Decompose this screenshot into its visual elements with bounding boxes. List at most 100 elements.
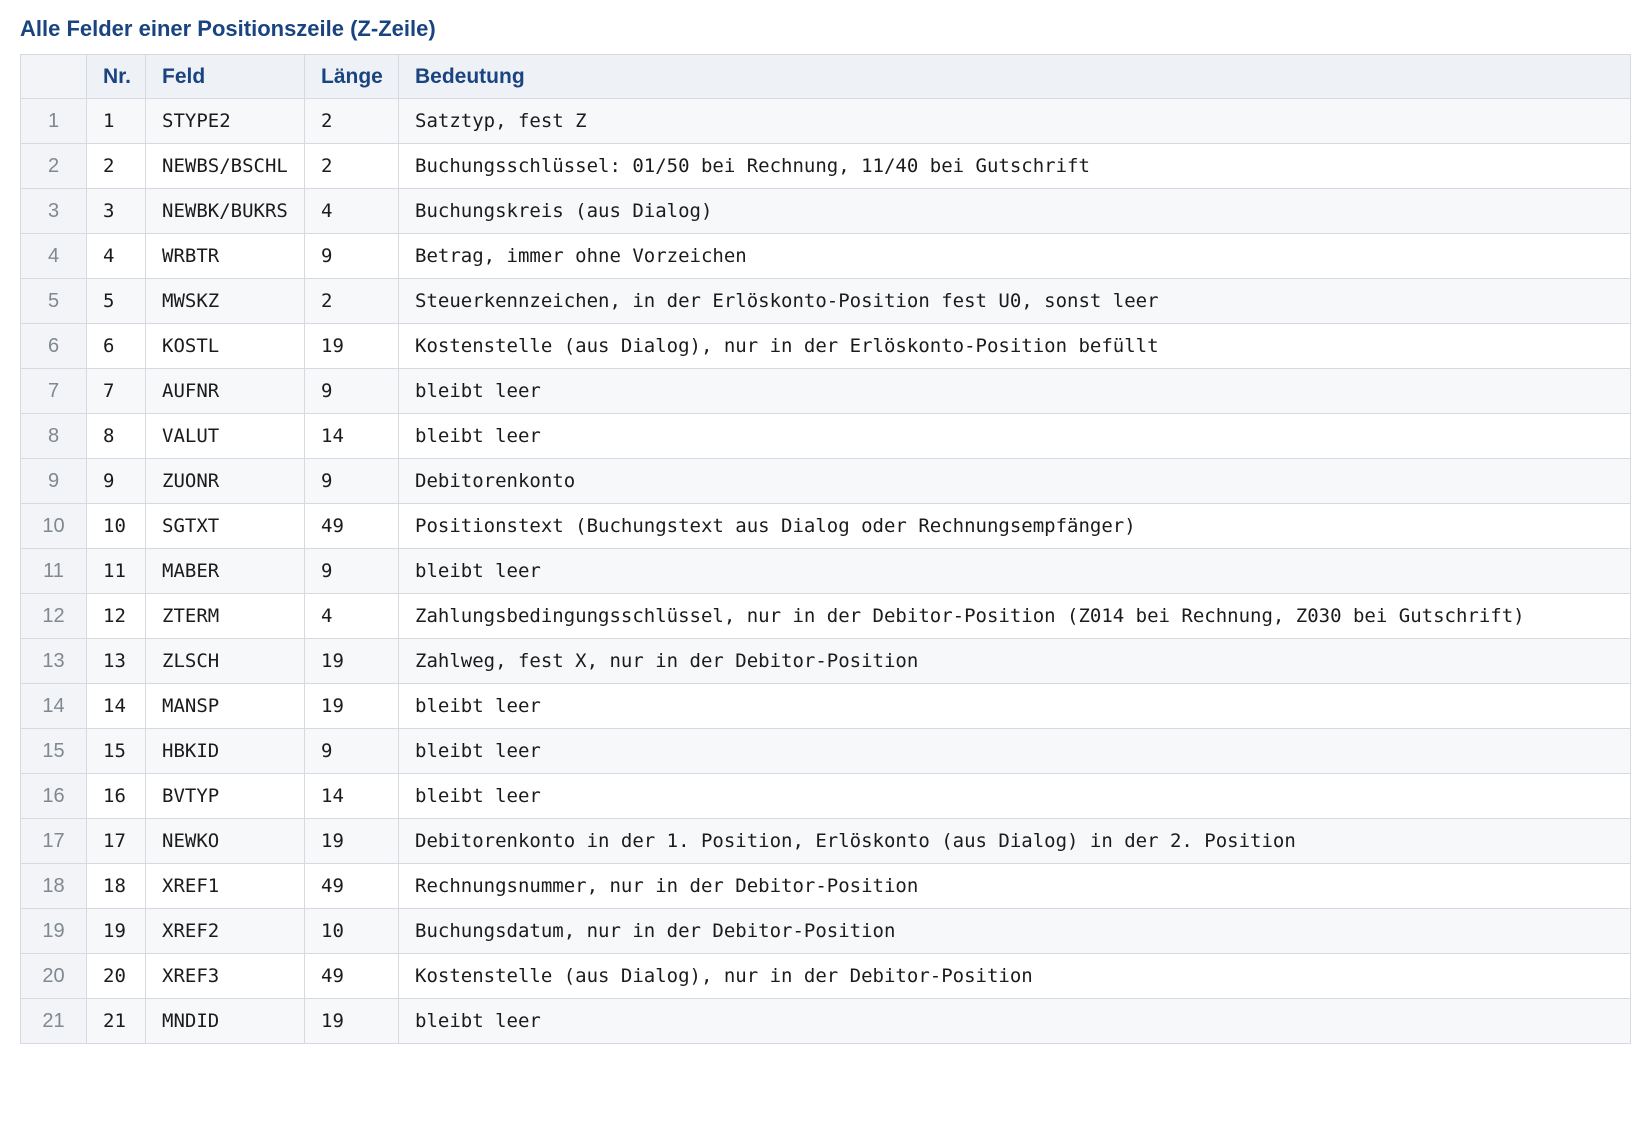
nr-cell: 12 bbox=[86, 593, 146, 639]
feld-cell: HBKID bbox=[145, 728, 305, 774]
laenge-cell: 14 bbox=[304, 773, 399, 819]
table-row: 20 20 XREF3 49 Kostenstelle (aus Dialog), nu… bbox=[20, 953, 1631, 999]
feld-cell: NEWKO bbox=[145, 818, 305, 864]
row-number-cell: 1 bbox=[20, 98, 87, 144]
nr-cell: 5 bbox=[86, 278, 146, 324]
fields-table: Nr. Feld Länge Bedeutung 1 1 STYPE2 2 Satzty… bbox=[20, 54, 1631, 1044]
laenge-cell: 2 bbox=[304, 143, 399, 189]
header-row: Nr. Feld Länge Bedeutung bbox=[20, 54, 1631, 99]
feld-cell: MWSKZ bbox=[145, 278, 305, 324]
table-row: 14 14 MANSP 19 bleibt leer bbox=[20, 683, 1631, 729]
table-title: Alle Felder einer Positionszeile (Z-Zeil… bbox=[20, 16, 436, 41]
feld-cell: MABER bbox=[145, 548, 305, 594]
table-row: 13 13 ZLSCH 19 Zahlweg, fest X, nur in der D… bbox=[20, 638, 1631, 684]
feld-cell: AUFNR bbox=[145, 368, 305, 414]
nr-cell: 18 bbox=[86, 863, 146, 909]
row-number-cell: 12 bbox=[20, 593, 87, 639]
nr-cell: 14 bbox=[86, 683, 146, 729]
bedeutung-cell: bleibt leer bbox=[398, 368, 1631, 414]
nr-cell: 6 bbox=[86, 323, 146, 369]
header-feld: Feld bbox=[145, 54, 305, 99]
nr-cell: 4 bbox=[86, 233, 146, 279]
bedeutung-cell: Debitorenkonto in der 1. Position, Erlös… bbox=[398, 818, 1631, 864]
row-number-cell: 3 bbox=[20, 188, 87, 234]
table-row: 21 21 MNDID 19 bleibt leer bbox=[20, 998, 1631, 1044]
laenge-cell: 2 bbox=[304, 278, 399, 324]
table-row: 1 1 STYPE2 2 Satztyp, fest Z bbox=[20, 98, 1631, 144]
laenge-cell: 10 bbox=[304, 908, 399, 954]
laenge-cell: 9 bbox=[304, 728, 399, 774]
nr-cell: 10 bbox=[86, 503, 146, 549]
header-row-number bbox=[20, 54, 87, 99]
laenge-cell: 19 bbox=[304, 323, 399, 369]
row-number-cell: 16 bbox=[20, 773, 87, 819]
row-number-cell: 8 bbox=[20, 413, 87, 459]
bedeutung-cell: bleibt leer bbox=[398, 548, 1631, 594]
bedeutung-cell: Satztyp, fest Z bbox=[398, 98, 1631, 144]
row-number-cell: 14 bbox=[20, 683, 87, 729]
bedeutung-cell: Steuerkennzeichen, in der Erlöskonto-Pos… bbox=[398, 278, 1631, 324]
bedeutung-cell: bleibt leer bbox=[398, 683, 1631, 729]
row-number-cell: 4 bbox=[20, 233, 87, 279]
nr-cell: 20 bbox=[86, 953, 146, 999]
nr-cell: 7 bbox=[86, 368, 146, 414]
laenge-cell: 9 bbox=[304, 548, 399, 594]
row-number-cell: 11 bbox=[20, 548, 87, 594]
nr-cell: 15 bbox=[86, 728, 146, 774]
bedeutung-cell: Positionstext (Buchungstext aus Dialog o… bbox=[398, 503, 1631, 549]
row-number-cell: 15 bbox=[20, 728, 87, 774]
laenge-cell: 4 bbox=[304, 593, 399, 639]
table-row: 12 12 ZTERM 4 Zahlungsbedingungsschlüssel, n… bbox=[20, 593, 1631, 639]
nr-cell: 19 bbox=[86, 908, 146, 954]
row-number-cell: 18 bbox=[20, 863, 87, 909]
laenge-cell: 9 bbox=[304, 368, 399, 414]
nr-cell: 9 bbox=[86, 458, 146, 504]
nr-cell: 17 bbox=[86, 818, 146, 864]
nr-cell: 13 bbox=[86, 638, 146, 684]
row-number-cell: 9 bbox=[20, 458, 87, 504]
nr-cell: 3 bbox=[86, 188, 146, 234]
feld-cell: ZLSCH bbox=[145, 638, 305, 684]
laenge-cell: 2 bbox=[304, 98, 399, 144]
nr-cell: 1 bbox=[86, 98, 146, 144]
feld-cell: NEWBK/BUKRS bbox=[145, 188, 305, 234]
bedeutung-cell: Debitorenkonto bbox=[398, 458, 1631, 504]
bedeutung-cell: Rechnungsnummer, nur in der Debitor-Posi… bbox=[398, 863, 1631, 909]
laenge-cell: 49 bbox=[304, 953, 399, 999]
row-number-cell: 5 bbox=[20, 278, 87, 324]
nr-cell: 8 bbox=[86, 413, 146, 459]
table-row: 8 8 VALUT 14 bleibt leer bbox=[20, 413, 1631, 459]
bedeutung-cell: Zahlungsbedingungsschlüssel, nur in der … bbox=[398, 593, 1631, 639]
table-row: 18 18 XREF1 49 Rechnungsnummer, nur in der D… bbox=[20, 863, 1631, 909]
row-number-cell: 21 bbox=[20, 998, 87, 1044]
laenge-cell: 19 bbox=[304, 818, 399, 864]
row-number-cell: 10 bbox=[20, 503, 87, 549]
row-number-cell: 2 bbox=[20, 143, 87, 189]
row-number-cell: 7 bbox=[20, 368, 87, 414]
laenge-cell: 49 bbox=[304, 863, 399, 909]
bedeutung-cell: Buchungskreis (aus Dialog) bbox=[398, 188, 1631, 234]
bedeutung-cell: Kostenstelle (aus Dialog), nur in der De… bbox=[398, 953, 1631, 999]
bedeutung-cell: Zahlweg, fest X, nur in der Debitor-Posi… bbox=[398, 638, 1631, 684]
laenge-cell: 19 bbox=[304, 683, 399, 729]
feld-cell: XREF2 bbox=[145, 908, 305, 954]
feld-cell: ZTERM bbox=[145, 593, 305, 639]
laenge-cell: 9 bbox=[304, 233, 399, 279]
table-row: 5 5 MWSKZ 2 Steuerkennzeichen, in der Erlösk… bbox=[20, 278, 1631, 324]
feld-cell: KOSTL bbox=[145, 323, 305, 369]
feld-cell: MNDID bbox=[145, 998, 305, 1044]
feld-cell: XREF1 bbox=[145, 863, 305, 909]
table-row: 9 9 ZUONR 9 Debitorenkonto bbox=[20, 458, 1631, 504]
nr-cell: 16 bbox=[86, 773, 146, 819]
row-number-cell: 19 bbox=[20, 908, 87, 954]
laenge-cell: 9 bbox=[304, 458, 399, 504]
feld-cell: ZUONR bbox=[145, 458, 305, 504]
bedeutung-cell: Kostenstelle (aus Dialog), nur in der Er… bbox=[398, 323, 1631, 369]
bedeutung-cell: Buchungsschlüssel: 01/50 bei Rechnung, 1… bbox=[398, 143, 1631, 189]
table-row: 3 3 NEWBK/BUKRS 4 Buchungskreis (aus Dialog) bbox=[20, 188, 1631, 234]
table-row: 16 16 BVTYP 14 bleibt leer bbox=[20, 773, 1631, 819]
feld-cell: BVTYP bbox=[145, 773, 305, 819]
table-row: 19 19 XREF2 10 Buchungsdatum, nur in der Deb… bbox=[20, 908, 1631, 954]
table-row: 11 11 MABER 9 bleibt leer bbox=[20, 548, 1631, 594]
feld-cell: XREF3 bbox=[145, 953, 305, 999]
